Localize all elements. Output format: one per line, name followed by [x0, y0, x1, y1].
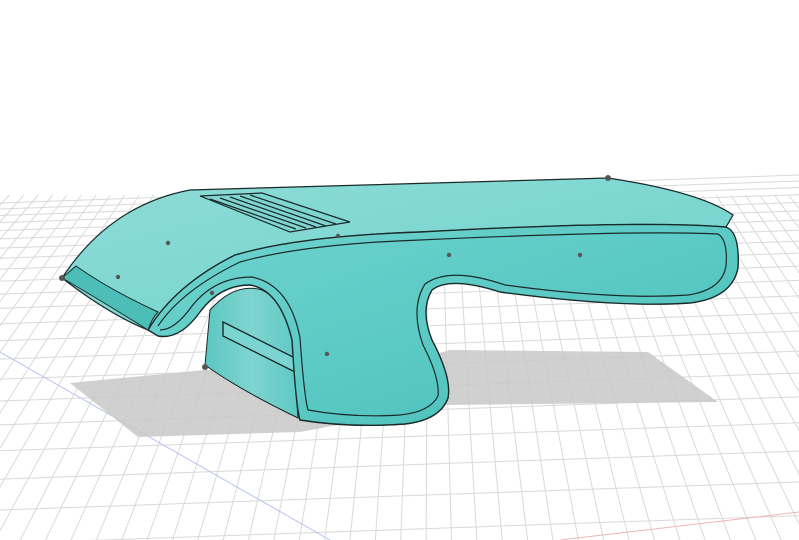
vertex-handle[interactable] [324, 351, 330, 357]
3d-viewport[interactable] [0, 0, 799, 540]
vertex-handle[interactable] [605, 175, 611, 181]
vertex-handle[interactable] [115, 274, 121, 280]
grid-row-line [0, 422, 799, 452]
vertex-handle[interactable] [165, 240, 171, 246]
grid-row-line [88, 515, 799, 540]
vertex-handle[interactable] [335, 233, 341, 239]
vertex-handle[interactable] [202, 364, 208, 370]
vertex-handle[interactable] [577, 252, 583, 258]
grid-column-line [744, 194, 799, 274]
vertex-handle[interactable] [209, 290, 215, 296]
grid-row-line [0, 481, 799, 511]
viewport-canvas[interactable] [0, 0, 799, 540]
grid-column-line [773, 194, 799, 229]
vertex-handle[interactable] [59, 275, 65, 281]
y-axis-line [559, 511, 799, 540]
vertex-handle[interactable] [446, 252, 452, 258]
grid-column-line [0, 194, 25, 223]
grid-column-line [0, 194, 10, 206]
